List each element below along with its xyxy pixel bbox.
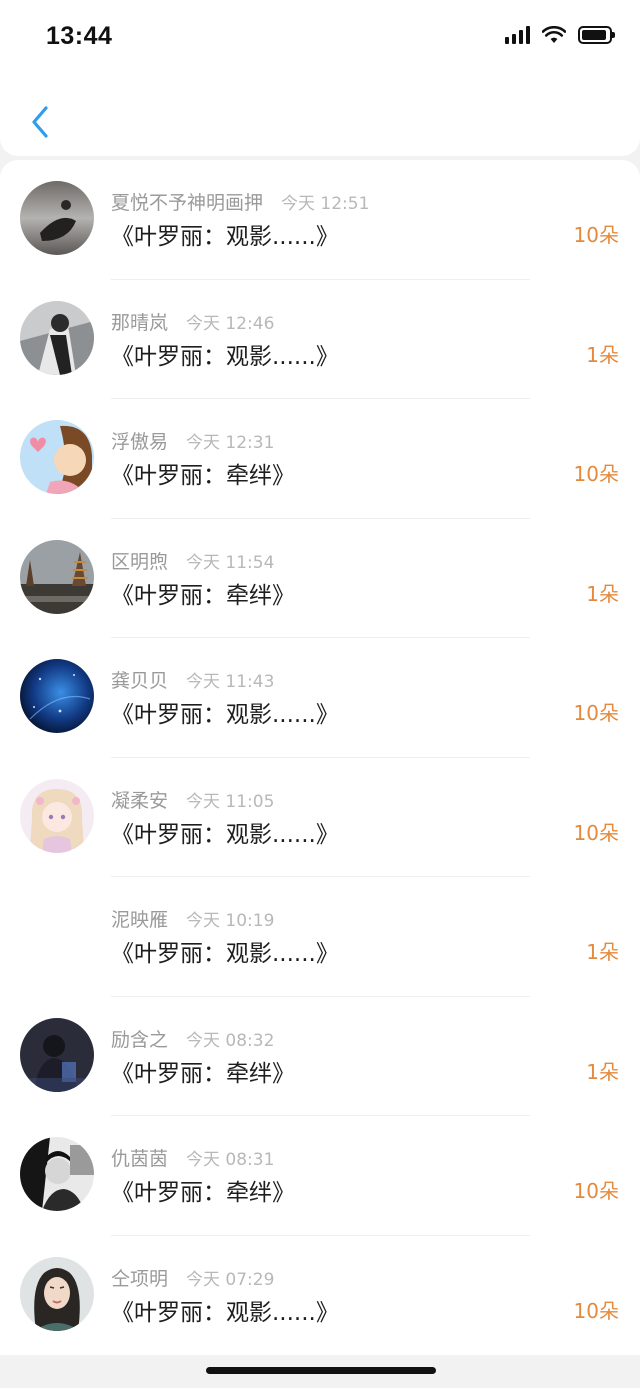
item-meta: 浮傲易 今天 12:31 [111, 427, 274, 453]
list-item[interactable]: 那晴岚 今天 12:46 《叶罗丽：观影......》 1朵 [0, 280, 640, 399]
timestamp: 今天 10:19 [186, 911, 275, 931]
timestamp: 今天 11:54 [186, 552, 275, 573]
user-name: 励含之 [111, 1028, 169, 1051]
user-name: 泥映雁 [111, 909, 169, 931]
timestamp: 今天 08:32 [186, 1030, 275, 1051]
list-item[interactable]: 励含之 今天 08:32 《叶罗丽：牵绊》 1朵 [0, 997, 640, 1116]
avatar[interactable] [20, 181, 94, 255]
item-meta: 夏悦不予神明画押 今天 12:51 [111, 188, 369, 214]
avatar[interactable] [20, 1017, 94, 1092]
gift-title: 《叶罗丽：观影......》 [111, 821, 339, 848]
flower-count: 10朵 [573, 820, 619, 845]
gift-title: 《叶罗丽：牵绊》 [111, 582, 295, 609]
gift-title: 《叶罗丽：牵绊》 [111, 1060, 295, 1087]
timestamp: 今天 12:31 [186, 433, 275, 453]
flower-count: 10朵 [573, 462, 619, 486]
flower-count: 10朵 [573, 1179, 619, 1203]
avatar[interactable] [20, 1137, 94, 1211]
timestamp: 今天 07:29 [186, 1269, 275, 1290]
home-indicator[interactable] [206, 1367, 436, 1374]
timestamp: 今天 08:31 [186, 1150, 275, 1170]
cellular-signal-icon [505, 26, 530, 44]
flower-count: 1朵 [586, 581, 619, 606]
list-item[interactable]: 仇茵茵 今天 08:31 《叶罗丽：牵绊》 10朵 [0, 1116, 640, 1236]
item-meta: 泥映雁 今天 10:19 [111, 905, 274, 931]
chevron-left-icon [32, 106, 48, 138]
item-meta: 励含之 今天 08:32 [111, 1025, 274, 1051]
user-name: 区明煦 [111, 550, 169, 573]
gift-title: 《叶罗丽：观影......》 [111, 941, 339, 967]
avatar[interactable] [20, 300, 94, 375]
timestamp: 今天 11:05 [186, 791, 275, 812]
flower-count: 10朵 [573, 223, 619, 247]
flower-count: 1朵 [586, 1059, 619, 1084]
flower-count: 1朵 [586, 940, 619, 964]
avatar[interactable] [20, 1256, 94, 1331]
user-name: 仝项明 [111, 1267, 169, 1290]
item-meta: 仇茵茵 今天 08:31 [111, 1144, 274, 1170]
flower-count: 10朵 [573, 701, 619, 725]
gift-title: 《叶罗丽：牵绊》 [111, 463, 295, 489]
flower-count: 10朵 [573, 1298, 619, 1323]
gift-title: 《叶罗丽：观影......》 [111, 702, 339, 728]
list-item[interactable]: 仝项明 今天 07:29 《叶罗丽：观影......》 10朵 [0, 1236, 640, 1356]
back-button[interactable] [20, 102, 60, 142]
list-item[interactable]: 区明煦 今天 11:54 《叶罗丽：牵绊》 1朵 [0, 519, 640, 638]
wifi-icon [542, 26, 566, 43]
list-item[interactable]: 浮傲易 今天 12:31 《叶罗丽：牵绊》 10朵 [0, 399, 640, 519]
timestamp: 今天 12:51 [281, 194, 370, 214]
item-meta: 仝项明 今天 07:29 [111, 1264, 274, 1290]
avatar[interactable] [20, 420, 94, 494]
user-name: 凝柔安 [111, 789, 169, 812]
list-item[interactable]: 龚贝贝 今天 11:43 《叶罗丽：观影......》 10朵 [0, 638, 640, 758]
user-name: 浮傲易 [111, 431, 169, 453]
timestamp: 今天 12:46 [186, 313, 275, 334]
status-time: 13:44 [46, 22, 113, 50]
gift-title: 《叶罗丽：观影......》 [111, 343, 339, 370]
user-name: 那晴岚 [111, 311, 169, 334]
battery-icon [578, 26, 615, 44]
avatar[interactable] [20, 778, 94, 853]
gift-title: 《叶罗丽：观影......》 [111, 224, 339, 250]
avatar[interactable] [20, 659, 94, 733]
gift-title: 《叶罗丽：观影......》 [111, 1299, 339, 1326]
status-icons [505, 26, 615, 44]
user-name: 龚贝贝 [111, 670, 169, 692]
avatar[interactable] [20, 539, 94, 614]
timestamp: 今天 11:43 [186, 672, 275, 692]
gift-title: 《叶罗丽：牵绊》 [111, 1180, 295, 1206]
item-meta: 那晴岚 今天 12:46 [111, 308, 274, 334]
flower-count: 1朵 [586, 342, 619, 367]
header: 13:44 [0, 0, 640, 156]
list-item[interactable]: 夏悦不予神明画押 今天 12:51 《叶罗丽：观影......》 10朵 [0, 160, 640, 280]
user-name: 仇茵茵 [111, 1148, 169, 1170]
user-name: 夏悦不予神明画押 [111, 192, 264, 214]
item-meta: 区明煦 今天 11:54 [111, 547, 274, 573]
gift-record-list: 夏悦不予神明画押 今天 12:51 《叶罗丽：观影......》 10朵 那晴岚 [0, 160, 640, 1355]
item-meta: 凝柔安 今天 11:05 [111, 786, 274, 812]
screen: 13:44 夏悦不予神明画押 今天 12:51 《叶罗丽：观影......》 1… [0, 0, 640, 1388]
list-item[interactable]: 泥映雁 今天 10:19 《叶罗丽：观影......》 1朵 [0, 877, 640, 997]
list-item[interactable]: 凝柔安 今天 11:05 《叶罗丽：观影......》 10朵 [0, 758, 640, 877]
item-meta: 龚贝贝 今天 11:43 [111, 666, 274, 692]
